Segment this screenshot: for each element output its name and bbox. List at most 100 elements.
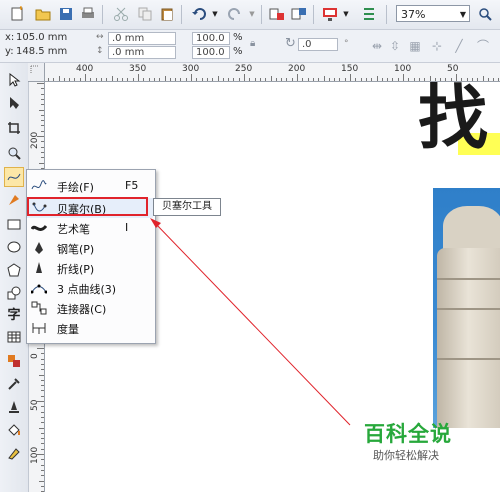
ruler-v-label: 100: [30, 446, 40, 464]
chevron-down-icon: ▼: [459, 10, 466, 19]
canvas-big-character: 找: [418, 77, 488, 159]
watermark-logo: 百科全说 助你轻松解决: [356, 418, 470, 474]
percent-label-y: %: [233, 46, 243, 57]
pick-tool-icon[interactable]: [4, 70, 24, 90]
save-icon[interactable]: [57, 5, 75, 23]
ruler-v-label: 0: [30, 353, 40, 359]
launcher-dropdown-icon[interactable]: ▼: [337, 5, 355, 23]
height-icon: ↕: [96, 46, 104, 56]
mirror-vertical-icon[interactable]: ⇳: [386, 37, 404, 55]
line-convert-icon[interactable]: ╱: [450, 37, 468, 55]
interactive-fill-tool-icon[interactable]: [4, 443, 24, 463]
fill-tool-icon[interactable]: [4, 420, 24, 440]
property-bar: x: 105.0 mm y: 148.5 mm ↔ .0 mm ↕ .0 mm …: [0, 30, 500, 63]
lock-ratio-icon[interactable]: 🔒︎: [250, 38, 255, 49]
node-add-icon[interactable]: ⊹: [428, 37, 446, 55]
eyedropper-tool-icon[interactable]: [4, 374, 24, 394]
menu-item[interactable]: 钢笔(P): [27, 238, 153, 258]
shape-tool-icon[interactable]: [4, 93, 24, 113]
menu-item-label: 手绘(F): [57, 181, 94, 194]
standard-toolbar: ▼ ▼ ▼ 37% ▼: [0, 0, 500, 30]
width-icon: ↔: [96, 32, 104, 42]
menu-item[interactable]: 3 点曲线(3): [27, 278, 153, 298]
degree-icon: °: [344, 39, 349, 49]
cut-icon[interactable]: [112, 5, 130, 23]
menu-item-label: 折线(P): [57, 263, 95, 276]
new-document-icon[interactable]: [8, 5, 26, 23]
zoom-level-select[interactable]: 37% ▼: [396, 5, 470, 22]
freehand-icon: [31, 178, 47, 194]
menu-item-shortcut: F5: [125, 179, 139, 192]
polygon-tool-icon[interactable]: [4, 260, 24, 280]
ruler-corner[interactable]: [28, 63, 45, 82]
ruler-h-label: 250: [235, 64, 253, 74]
copy-icon[interactable]: [136, 5, 154, 23]
percent-label-x: %: [233, 32, 243, 43]
ruler-h-label: 400: [76, 64, 94, 74]
basic-shapes-tool-icon[interactable]: [4, 283, 24, 303]
bell-photo: [433, 188, 500, 428]
x-label: x:: [5, 32, 15, 43]
rectangle-tool-icon[interactable]: [4, 214, 24, 234]
pen-icon: [31, 240, 47, 256]
text-tool-icon[interactable]: 字: [4, 303, 24, 323]
curve-tool-flyout-menu: 手绘(F) F5 贝塞尔(B) 艺术笔 I 钢笔(P) 折线(P) 3 点曲线(3) 连接器(C…: [26, 169, 156, 344]
polyline-icon: [31, 260, 47, 276]
rotation-field[interactable]: .0: [298, 38, 338, 51]
curve-convert-icon[interactable]: ⌒: [474, 37, 492, 55]
menu-item-label: 度量: [57, 323, 79, 336]
menu-item[interactable]: 手绘(F) F5: [27, 176, 153, 196]
x-position-field[interactable]: 105.0 mm: [16, 32, 67, 43]
crop-tool-icon[interactable]: [4, 118, 24, 138]
wrap-text-icon[interactable]: ▦: [406, 37, 424, 55]
open-icon[interactable]: [34, 5, 52, 23]
paste-icon[interactable]: [158, 5, 176, 23]
options-icon[interactable]: [360, 5, 378, 23]
zoom-level-value: 37%: [401, 8, 426, 21]
tooltip: 贝塞尔工具: [153, 198, 221, 216]
ruler-h-label: 300: [182, 64, 200, 74]
scale-y-field[interactable]: 100.0: [192, 46, 230, 59]
smart-fill-tool-icon[interactable]: [4, 190, 24, 210]
ruler-h-label: 150: [341, 64, 359, 74]
redo-icon[interactable]: [226, 5, 244, 23]
table-tool-icon[interactable]: [4, 327, 24, 347]
interactive-blend-tool-icon[interactable]: [4, 351, 24, 371]
y-label: y:: [5, 46, 14, 57]
import-icon[interactable]: [268, 5, 286, 23]
print-icon[interactable]: [79, 5, 97, 23]
toolbox: 字: [0, 63, 29, 492]
menu-item[interactable]: 贝塞尔(B): [27, 198, 153, 218]
menu-item[interactable]: 折线(P): [27, 258, 153, 278]
curve-tool-icon[interactable]: [4, 167, 24, 187]
menu-item-label: 连接器(C): [57, 303, 107, 316]
menu-item-label: 钢笔(P): [57, 243, 95, 256]
three-point-curve-icon: [31, 280, 47, 296]
rotate-icon: ↻: [285, 36, 296, 51]
artistic-media-icon: [31, 220, 47, 236]
outline-tool-icon[interactable]: [4, 397, 24, 417]
redo-dropdown-icon[interactable]: ▼: [243, 5, 261, 23]
watermark-title: 百科全说: [364, 422, 452, 446]
connector-icon: [31, 300, 47, 316]
menu-item[interactable]: 艺术笔 I: [27, 218, 153, 238]
watermark-subtitle: 助你轻松解决: [373, 449, 439, 462]
zoom-tool-icon[interactable]: [4, 143, 24, 163]
menu-item[interactable]: 连接器(C): [27, 298, 153, 318]
scale-x-field[interactable]: 100.0: [192, 32, 230, 45]
ellipse-tool-icon[interactable]: [4, 237, 24, 257]
export-icon[interactable]: [290, 5, 308, 23]
bezier-icon: [31, 200, 47, 216]
menu-item-label: 3 点曲线(3): [57, 283, 117, 296]
y-position-field[interactable]: 148.5 mm: [16, 46, 67, 57]
menu-item[interactable]: 度量: [27, 318, 153, 338]
width-field[interactable]: .0 mm: [108, 32, 176, 45]
dimension-icon: [31, 320, 47, 336]
height-field[interactable]: .0 mm: [108, 46, 176, 59]
ruler-h-label: 100: [394, 64, 412, 74]
menu-item-label: 贝塞尔(B): [57, 203, 107, 216]
mirror-horizontal-icon[interactable]: ⇹: [368, 37, 386, 55]
zoom-fit-icon[interactable]: [476, 5, 494, 23]
undo-dropdown-icon[interactable]: ▼: [206, 5, 224, 23]
ruler-h-label: 350: [129, 64, 147, 74]
